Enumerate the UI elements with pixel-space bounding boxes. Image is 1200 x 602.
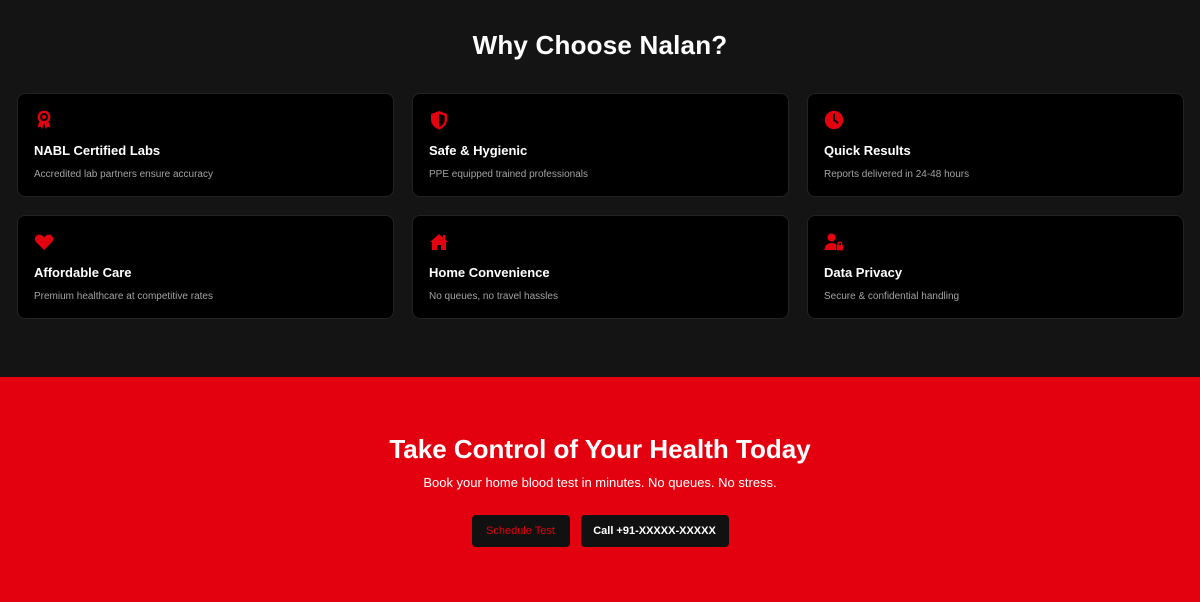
- feature-description: Premium healthcare at competitive rates: [34, 291, 213, 302]
- cta-title: Take Control of Your Health Today: [389, 434, 811, 464]
- feature-card-affordable: Affordable Care Premium healthcare at co…: [17, 215, 394, 319]
- why-choose-section: Why Choose Nalan? NABL Certified Labs Ac…: [0, 0, 1200, 377]
- heart-icon: [34, 232, 56, 254]
- feature-title: Home Convenience: [429, 265, 550, 280]
- feature-title: NABL Certified Labs: [34, 143, 161, 158]
- shield-icon: [429, 110, 451, 132]
- cta-subtitle: Book your home blood test in minutes. No…: [423, 475, 777, 490]
- feature-title: Affordable Care: [34, 265, 132, 280]
- feature-card-nabl: NABL Certified Labs Accredited lab partn…: [17, 93, 394, 197]
- feature-card-quick: Quick Results Reports delivered in 24-48…: [807, 93, 1184, 197]
- feature-description: PPE equipped trained professionals: [429, 169, 588, 180]
- cta-buttons: Schedule Test Call +91-XXXXX-XXXXX: [0, 515, 1200, 547]
- feature-description: No queues, no travel hassles: [429, 291, 558, 302]
- feature-card-home: Home Convenience No queues, no travel ha…: [412, 215, 789, 319]
- clock-icon: [824, 110, 846, 132]
- section-title: Why Choose Nalan?: [472, 30, 728, 60]
- feature-card-safe: Safe & Hygienic PPE equipped trained pro…: [412, 93, 789, 197]
- feature-description: Secure & confidential handling: [824, 291, 960, 302]
- award-icon: [34, 110, 56, 132]
- feature-description: Reports delivered in 24-48 hours: [824, 169, 970, 180]
- features-grid: NABL Certified Labs Accredited lab partn…: [17, 93, 1184, 319]
- home-icon: [429, 232, 451, 254]
- feature-title: Data Privacy: [824, 265, 903, 280]
- feature-title: Safe & Hygienic: [429, 143, 528, 158]
- feature-card-privacy: Data Privacy Secure & confidential handl…: [807, 215, 1184, 319]
- call-button[interactable]: Call +91-XXXXX-XXXXX: [580, 515, 729, 547]
- user-lock-icon: [824, 232, 846, 254]
- cta-section: Take Control of Your Health Today Book y…: [0, 377, 1200, 602]
- feature-title: Quick Results: [824, 143, 911, 158]
- feature-description: Accredited lab partners ensure accuracy: [34, 169, 213, 180]
- schedule-test-button[interactable]: Schedule Test: [471, 515, 570, 547]
